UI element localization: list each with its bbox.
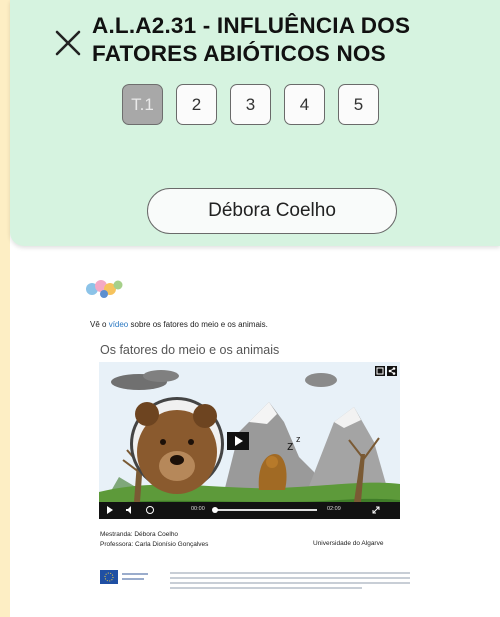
video-title: Os fatores do meio e os animais xyxy=(100,343,280,357)
share-button[interactable] xyxy=(387,366,397,376)
play-button[interactable] xyxy=(227,432,249,450)
tab-3[interactable]: 3 xyxy=(230,84,271,125)
step-tabs: T.1 2 3 4 5 xyxy=(122,84,379,125)
header-panel: A.L.A2.31 - INFLUÊNCIA DOS FATORES ABIÓT… xyxy=(10,0,500,246)
eu-funding-logo xyxy=(100,570,148,584)
tab-1[interactable]: T.1 xyxy=(122,84,163,125)
intro-suffix: sobre os fatores do meio e os animais. xyxy=(128,320,268,329)
video-player[interactable]: z z 00:00 02:09 xyxy=(99,362,400,519)
current-time: 00:00 xyxy=(191,506,205,512)
credits-block: Mestranda: Débora Coelho Professora: Car… xyxy=(100,530,208,550)
teacher-credit: Professora: Carla Dionísio Gonçalves xyxy=(100,541,209,548)
footer-fineprint xyxy=(170,572,410,592)
video-duration: 02:09 xyxy=(327,506,341,512)
tab-5[interactable]: 5 xyxy=(338,84,379,125)
svg-text:z: z xyxy=(287,438,294,453)
video-frame: z z xyxy=(99,362,400,519)
intro-prefix: Vê o xyxy=(90,320,109,329)
left-edge-strip xyxy=(0,0,10,617)
tab-2[interactable]: 2 xyxy=(176,84,217,125)
video-link[interactable]: vídeo xyxy=(109,320,129,329)
close-icon[interactable] xyxy=(53,28,83,58)
play-icon xyxy=(235,436,243,446)
tab-4[interactable]: 4 xyxy=(284,84,325,125)
project-logo xyxy=(86,280,123,298)
user-name-button[interactable]: Débora Coelho xyxy=(147,188,397,234)
intro-text: Vê o vídeo sobre os fatores do meio e os… xyxy=(90,320,268,329)
fullscreen-icon[interactable] xyxy=(371,505,381,515)
speed-icon[interactable] xyxy=(145,505,155,515)
document-page: Vê o vídeo sobre os fatores do meio e os… xyxy=(80,262,420,612)
svg-text:z: z xyxy=(296,434,301,444)
watch-later-button[interactable] xyxy=(375,366,385,376)
share-icon xyxy=(388,367,396,375)
play-control-icon[interactable] xyxy=(105,505,115,515)
university-name: Universidade do Algarve xyxy=(313,540,384,547)
watch-later-icon xyxy=(376,367,384,375)
volume-icon[interactable] xyxy=(125,505,135,515)
student-credit: Mestranda: Débora Coelho xyxy=(100,531,179,538)
page-title: A.L.A2.31 - INFLUÊNCIA DOS FATORES ABIÓT… xyxy=(92,13,411,66)
